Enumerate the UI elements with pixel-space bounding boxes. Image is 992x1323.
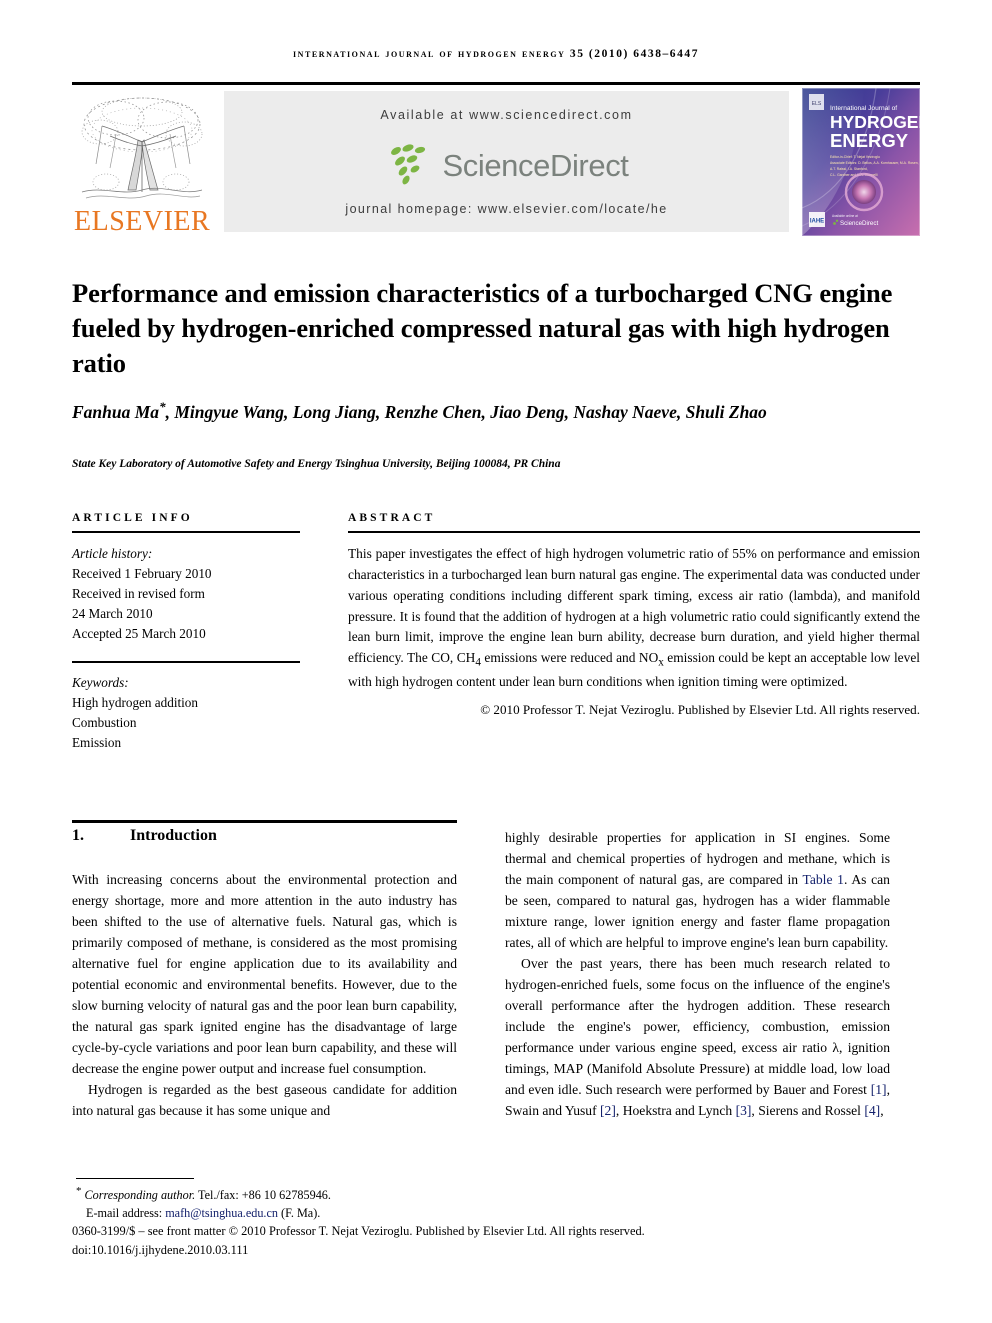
intro-paragraph-1: With increasing concerns about the envir…: [72, 872, 457, 1076]
intro-p4-text-d: , Sierens and Rossel: [751, 1103, 865, 1118]
keyword-item: High hydrogen addition: [72, 694, 198, 710]
abstract-rule: [348, 531, 920, 533]
masthead: ELSEVIER Available at www.sciencedirect.…: [72, 88, 920, 236]
intro-paragraph-4: Over the past years, there has been much…: [505, 953, 890, 1121]
section-heading-introduction: 1. Introduction: [72, 827, 457, 845]
section-title: Introduction: [130, 827, 217, 844]
svg-text:Available online at: Available online at: [832, 214, 858, 218]
svg-text:IAHE: IAHE: [810, 219, 824, 225]
journal-cover-thumbnail: ELS International Journal of HYDROGEN EN…: [802, 88, 920, 236]
history-item: Received in revised form: [72, 586, 205, 602]
article-first-page: International Journal of Hydrogen Energy…: [0, 0, 992, 1323]
article-info-heading: Article Info: [72, 512, 193, 524]
corresponding-author-label: Corresponding author.: [84, 1188, 196, 1203]
svg-text:ELS: ELS: [812, 101, 822, 107]
affiliation: State Key Laboratory of Automotive Safet…: [72, 458, 561, 470]
corresponding-author-line: * Corresponding author. Tel./fax: +86 10…: [76, 1184, 496, 1205]
keyword-item: Combustion: [72, 715, 137, 731]
keywords-rule: [72, 661, 300, 663]
email-label: E-mail address:: [86, 1205, 166, 1220]
article-history-label: Article history:: [72, 546, 153, 561]
intro-p4-text-c: , Hoekstra and Lynch: [615, 1103, 736, 1118]
article-info-rule: [72, 531, 300, 533]
elsevier-tree-icon: [81, 97, 203, 199]
history-item: Accepted 25 March 2010: [72, 626, 206, 642]
keywords-block: Keywords: High hydrogen addition Combust…: [72, 673, 300, 753]
journal-homepage-text: journal homepage: www.elsevier.com/locat…: [345, 202, 668, 216]
author-list: Fanhua Ma*, Mingyue Wang, Long Jiang, Re…: [72, 398, 917, 425]
svg-text:Associate Editors: D. Bellos,: Associate Editors: D. Bellos, A.A. Kornh…: [830, 161, 919, 165]
footnote-rule: [76, 1178, 194, 1180]
body-column-right: highly desirable properties for applicat…: [505, 827, 890, 1121]
sciencedirect-leaf-icon: [391, 144, 426, 185]
body-column-left: 1. Introduction With increasing concerns…: [72, 827, 457, 1121]
email-line: E-mail address: mafh@tsinghua.edu.cn (F.…: [76, 1205, 496, 1223]
elsevier-wordmark: ELSEVIER: [74, 206, 211, 237]
email-link[interactable]: mafh@tsinghua.edu.cn: [165, 1206, 278, 1220]
footnote-asterisk-icon: *: [76, 1185, 82, 1197]
body-columns: 1. Introduction With increasing concerns…: [72, 827, 920, 1157]
reference-link-4[interactable]: [4]: [864, 1103, 880, 1118]
history-item: 24 March 2010: [72, 606, 153, 622]
svg-text:ScienceDirect: ScienceDirect: [840, 220, 878, 227]
intro-paragraph-2: Hydrogen is regarded as the best gaseous…: [72, 1082, 457, 1118]
footnote-block: * Corresponding author. Tel./fax: +86 10…: [76, 1184, 496, 1222]
imprint-line-1: 0360-3199/$ – see front matter © 2010 Pr…: [72, 1224, 645, 1238]
email-suffix: (F. Ma).: [277, 1205, 321, 1220]
abstract-heading: Abstract: [348, 512, 436, 524]
intro-paragraph-3: highly desirable properties for applicat…: [505, 827, 890, 953]
keywords-label: Keywords:: [72, 674, 129, 690]
svg-text:Editor-in-Chief: T. Nejat Vez: Editor-in-Chief: T. Nejat Veziroglu: [830, 155, 880, 159]
reference-link-3[interactable]: [3]: [736, 1103, 752, 1118]
article-history: Article history: Received 1 February 201…: [72, 544, 300, 644]
intro-p4-text-e: ,: [880, 1103, 884, 1118]
article-info-column: Article Info Article history: Received 1…: [72, 512, 300, 753]
imprint-line-2: doi:10.1016/j.ijhydene.2010.03.111: [72, 1242, 249, 1257]
elsevier-logo: ELSEVIER: [72, 88, 212, 236]
intro-p4-text-a: Over the past years, there has been much…: [505, 956, 890, 1097]
reference-link-1[interactable]: [1]: [871, 1082, 887, 1097]
available-at-text: Available at www.sciencedirect.com: [380, 108, 633, 122]
abstract-copyright: © 2010 Professor T. Nejat Veziroglu. Pub…: [480, 702, 920, 718]
svg-text:A.T. Raissi, I.A. Stanford,: A.T. Raissi, I.A. Stanford,: [830, 167, 868, 171]
journal-cover-image: ELS International Journal of HYDROGEN EN…: [802, 88, 920, 236]
history-item: Received 1 February 2010: [72, 566, 212, 582]
cover-line2: HYDROGEN: [830, 112, 920, 132]
header-rule: [72, 82, 920, 85]
abstract-column: Abstract This paper investigates the eff…: [348, 512, 920, 718]
reference-link-2[interactable]: [2]: [600, 1103, 616, 1118]
running-head: International Journal of Hydrogen Energy…: [292, 48, 699, 60]
sciencedirect-banner: Available at www.sciencedirect.com Scien…: [224, 91, 789, 232]
table-1-link[interactable]: Table 1: [803, 872, 844, 887]
sciencedirect-wordmark: ScienceDirect: [442, 148, 629, 183]
abstract-body: This paper investigates the effect of hi…: [348, 546, 920, 690]
keyword-item: Emission: [72, 735, 122, 751]
corresponding-author-tel: Tel./fax: +86 10 62785946.: [195, 1188, 331, 1203]
body-section-rule: [72, 820, 457, 823]
sciencedirect-logo: ScienceDirect: [224, 141, 789, 191]
section-number: 1.: [72, 827, 84, 844]
imprint-block: 0360-3199/$ – see front matter © 2010 Pr…: [72, 1222, 920, 1259]
page-title: Performance and emission characteristics…: [72, 277, 893, 379]
author-names: Fanhua Ma*, Mingyue Wang, Long Jiang, Re…: [72, 399, 767, 422]
cover-line1: International Journal of: [830, 105, 897, 112]
cover-line3: ENERGY: [830, 130, 909, 151]
